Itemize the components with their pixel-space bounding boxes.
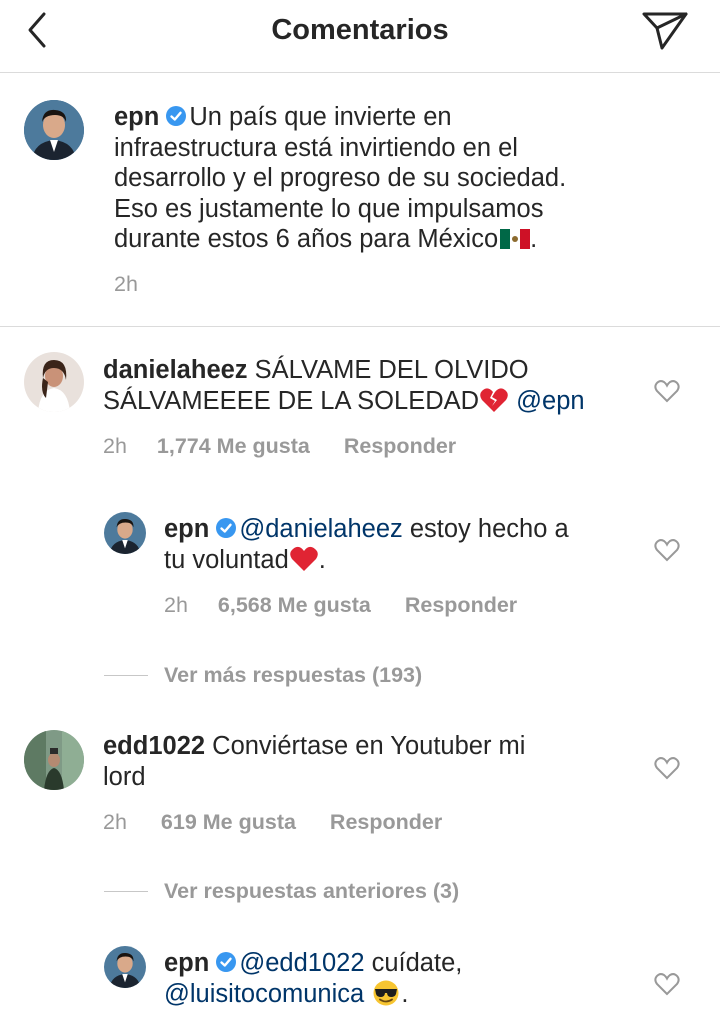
- header-bar: Comentarios: [0, 0, 720, 73]
- caption-line-5: durante estos 6 años para México.: [114, 225, 538, 253]
- avatar[interactable]: [24, 100, 84, 160]
- reply-line-1: epn @danielaheez estoy hecho a: [164, 515, 569, 543]
- comment-text: danielaheez SÁLVAME DEL OLVIDO SÁLVAMEEE…: [103, 355, 585, 416]
- likes-count[interactable]: 6,568 Me gusta: [218, 592, 371, 618]
- page-title: Comentarios: [271, 14, 449, 46]
- avatar[interactable]: [104, 946, 146, 988]
- caption-line-2: infraestructura está invirtiendo en el: [114, 133, 518, 162]
- view-more-replies-label[interactable]: Ver más respuestas (193): [164, 661, 422, 689]
- reply-text: epn @danielaheez estoy hecho a tu volunta…: [164, 514, 569, 575]
- like-heart-icon[interactable]: [654, 756, 680, 780]
- comment-line-1: edd1022 Conviértase en Youtuber mi: [103, 732, 526, 760]
- username[interactable]: epn: [164, 515, 209, 543]
- view-previous-replies[interactable]: Ver respuestas anteriores (3): [104, 877, 524, 907]
- view-more-replies[interactable]: Ver más respuestas (193): [104, 661, 504, 691]
- comment-time: 2h: [103, 434, 127, 458]
- view-previous-replies-label[interactable]: Ver respuestas anteriores (3): [164, 877, 459, 905]
- username[interactable]: danielaheez: [103, 356, 248, 384]
- mention-link[interactable]: @luisitocomunica: [164, 980, 364, 1008]
- reply-line-2: tu voluntad.: [164, 545, 326, 574]
- verified-badge-icon: [216, 952, 237, 972]
- avatar[interactable]: [104, 512, 146, 554]
- comment-line-1: danielaheez SÁLVAME DEL OLVIDO: [103, 356, 529, 384]
- divider: [104, 675, 148, 676]
- like-heart-icon[interactable]: [654, 972, 680, 996]
- reply-meta: 2h 6,568 Me gusta Responder: [164, 592, 517, 618]
- caption-line-1: epn Un país que invierte en: [114, 103, 452, 131]
- mention-link[interactable]: @epn: [516, 387, 584, 415]
- reply-button[interactable]: Responder: [344, 433, 456, 459]
- like-heart-icon[interactable]: [654, 538, 680, 562]
- username[interactable]: epn: [164, 949, 209, 977]
- share-button[interactable]: [640, 8, 690, 52]
- broken-heart-emoji-icon: [480, 387, 508, 412]
- caption-line-4: Eso es justamente lo que impulsamos: [114, 194, 544, 223]
- comment-text: edd1022 Conviértase en Youtuber mi lord: [103, 731, 525, 792]
- reply-time: 2h: [164, 593, 188, 617]
- reply-line-1: epn @edd1022 cuídate,: [164, 949, 463, 977]
- mexico-flag-icon: [500, 229, 531, 249]
- caption-text: epn Un país que invierte en infraestructu…: [114, 102, 566, 255]
- verified-badge-icon: [216, 518, 237, 538]
- paper-plane-icon: [642, 12, 688, 50]
- mention-link[interactable]: @danielaheez: [239, 515, 402, 543]
- username[interactable]: edd1022: [103, 732, 205, 760]
- comment-line-2: lord: [103, 762, 146, 791]
- likes-count[interactable]: 1,774 Me gusta: [157, 433, 310, 459]
- reply-button[interactable]: Responder: [330, 809, 442, 835]
- caption-time: 2h: [114, 272, 138, 296]
- caption-line-3: desarrollo y el progreso de su sociedad.: [114, 164, 567, 192]
- comment-meta: 2h 619 Me gusta Responder: [103, 809, 442, 835]
- reply-text: epn @edd1022 cuídate, @luisitocomunica .: [164, 948, 462, 1009]
- mention-link[interactable]: @edd1022: [239, 949, 364, 977]
- avatar[interactable]: [24, 352, 84, 412]
- sunglasses-emoji-icon: [373, 980, 399, 1005]
- comment-time: 2h: [103, 810, 127, 834]
- likes-count[interactable]: 619 Me gusta: [161, 809, 296, 835]
- reply-button[interactable]: Responder: [405, 592, 517, 618]
- username[interactable]: epn: [114, 103, 159, 131]
- comment-meta: 2h 1,774 Me gusta Responder: [103, 433, 456, 459]
- red-heart-emoji-icon: [289, 546, 318, 571]
- divider: [0, 326, 720, 327]
- verified-badge-icon: [166, 106, 187, 126]
- avatar[interactable]: [24, 730, 84, 790]
- reply-line-2: @luisitocomunica .: [164, 979, 409, 1008]
- comment-line-2: SÁLVAMEEEE DE LA SOLEDAD @epn: [103, 386, 585, 415]
- divider: [104, 891, 148, 892]
- like-heart-icon[interactable]: [654, 379, 680, 403]
